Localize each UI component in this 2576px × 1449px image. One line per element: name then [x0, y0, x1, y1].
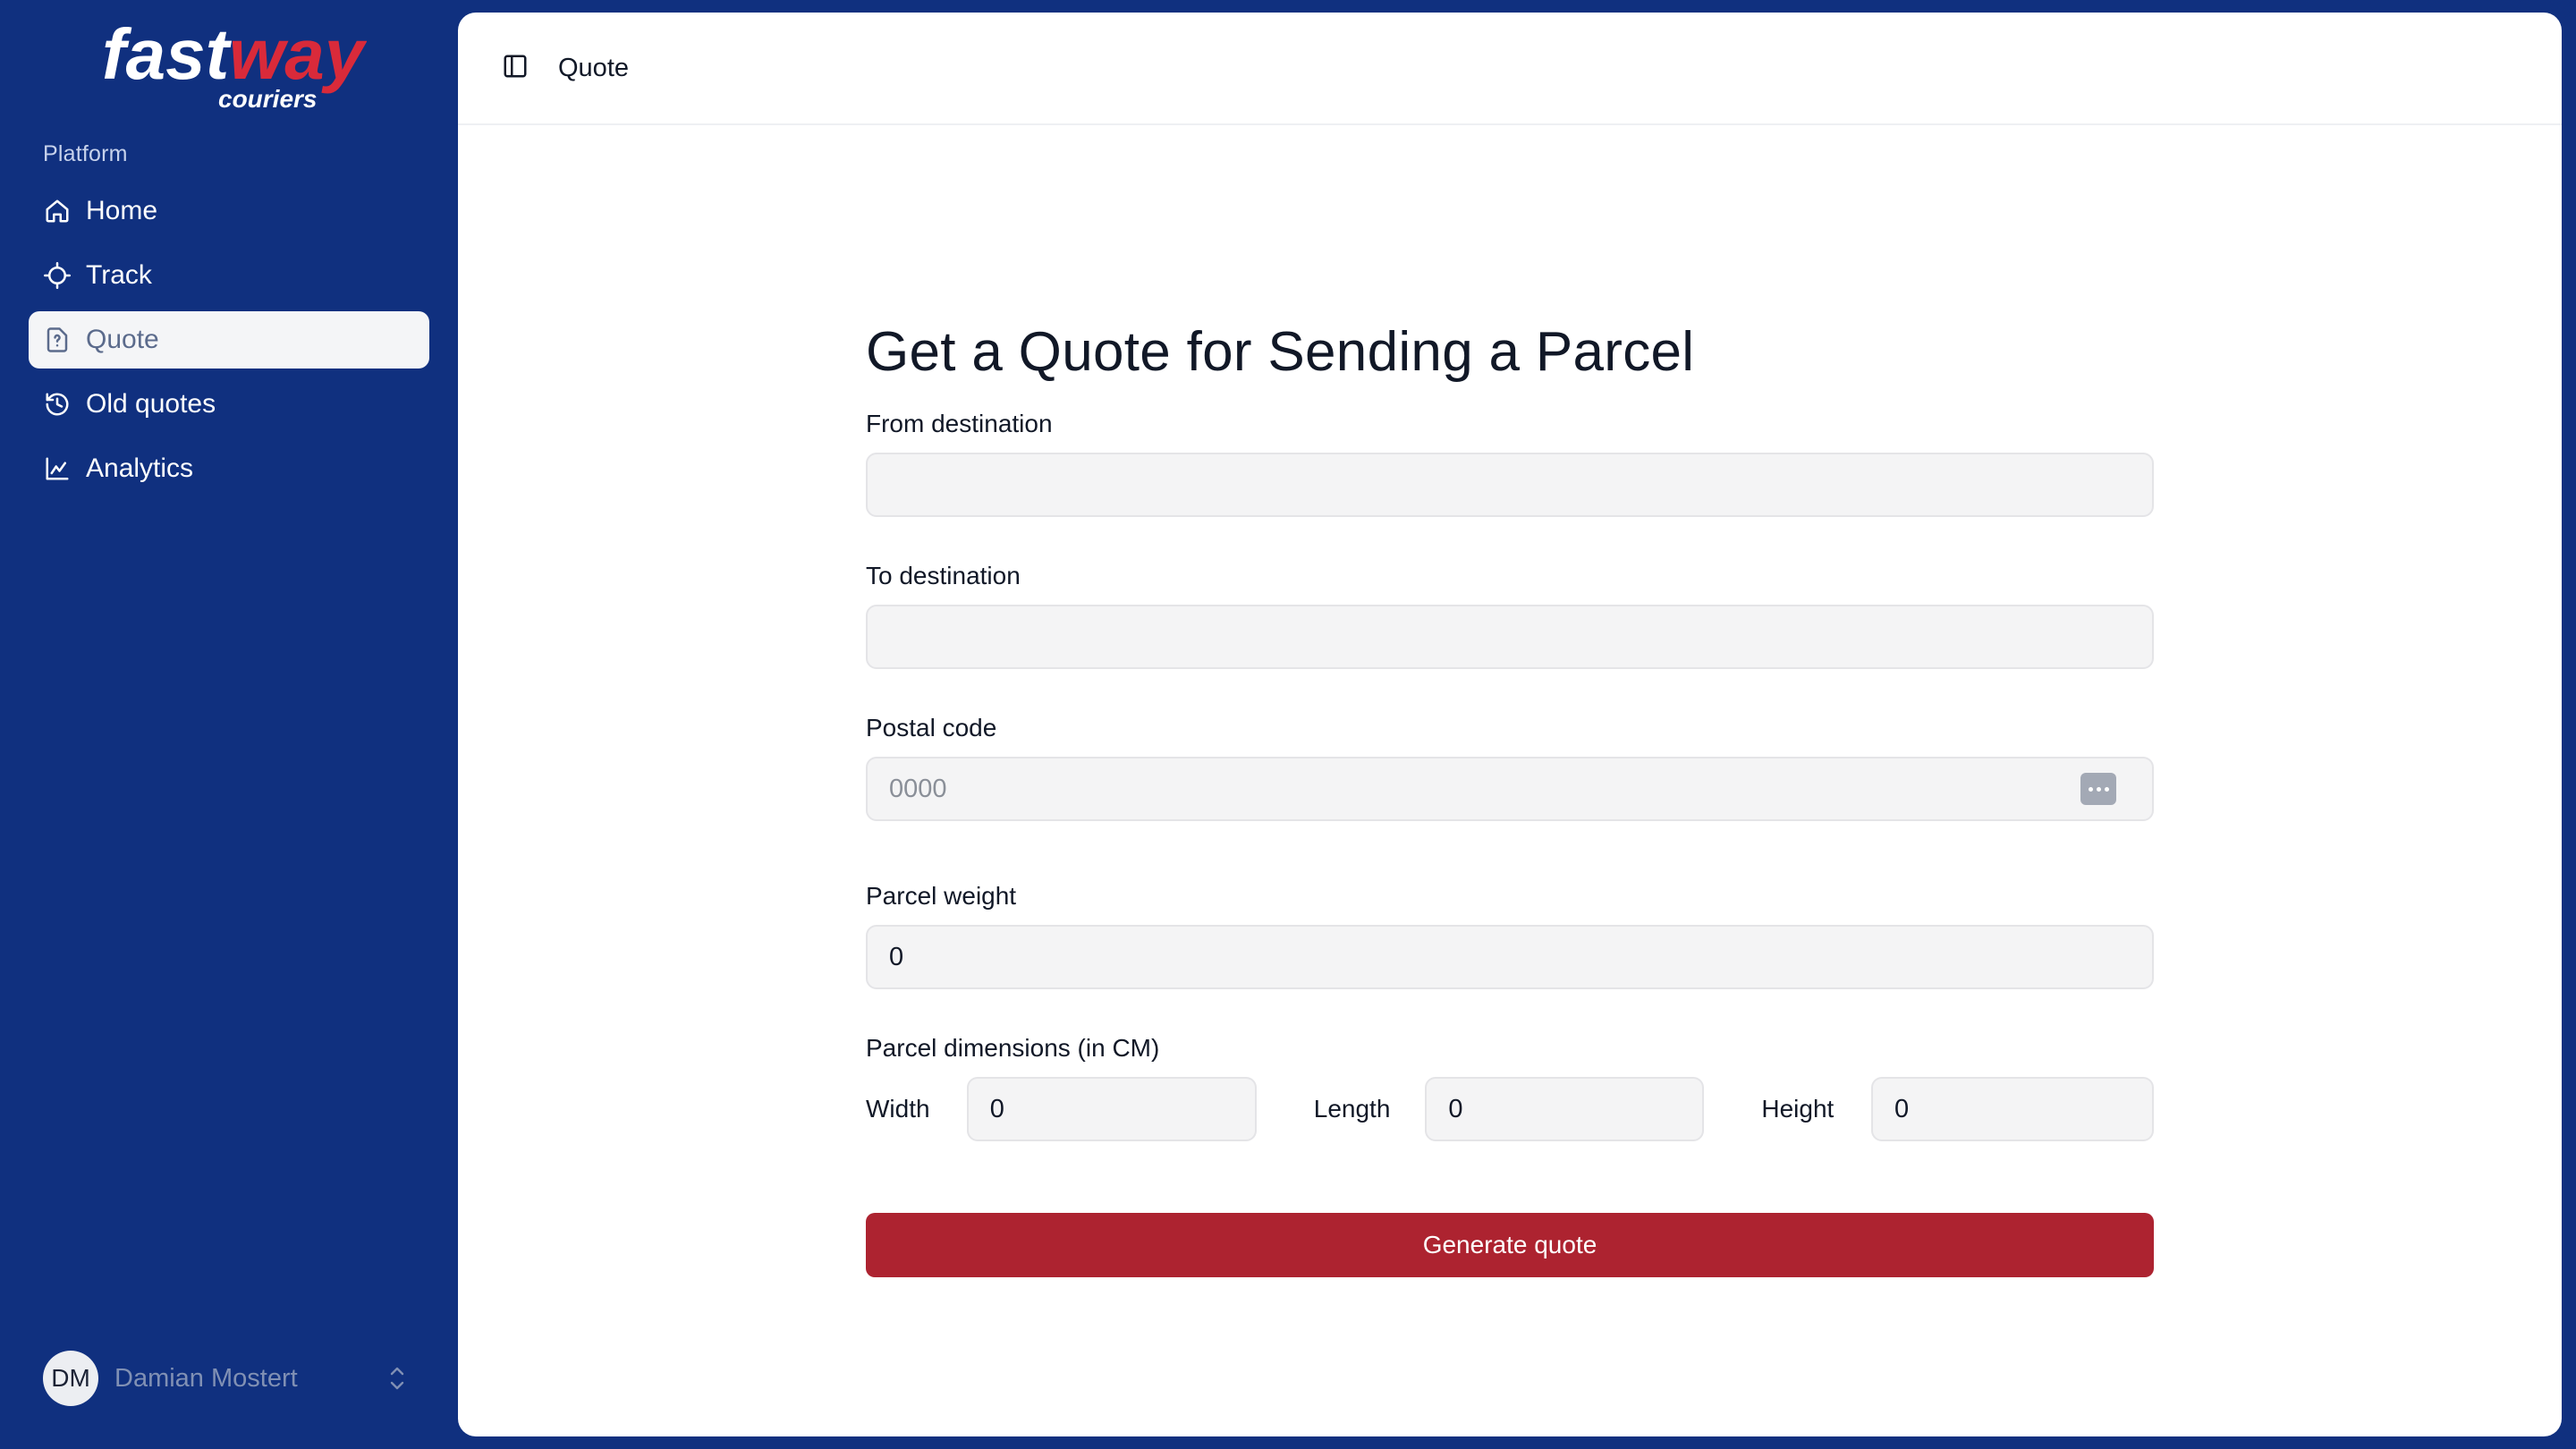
sidebar-item-analytics[interactable]: Analytics [29, 440, 429, 497]
logo-subtitle: couriers [218, 85, 318, 113]
fastway-logo[interactable]: fast way couriers [98, 21, 367, 120]
to-destination-label: To destination [866, 562, 1021, 589]
logo-word-fast: fast [102, 21, 233, 94]
from-destination-input[interactable] [866, 453, 2154, 517]
avatar: DM [43, 1351, 98, 1406]
sidebar-nav: Home Track Quote Old quotes Analytics [29, 182, 429, 504]
sidebar-item-track[interactable]: Track [29, 247, 429, 304]
to-destination-input[interactable] [866, 605, 2154, 669]
height-input[interactable] [1871, 1077, 2154, 1141]
user-menu[interactable]: DM Damian Mostert [29, 1347, 429, 1410]
panel-left-icon [502, 53, 529, 84]
parcel-weight-label: Parcel weight [866, 882, 1017, 910]
chevrons-up-down-icon [383, 1360, 411, 1396]
main-panel: Quote Get a Quote for Sending a Parcel F… [458, 13, 2562, 1436]
sidebar-item-old-quotes[interactable]: Old quotes [29, 376, 429, 433]
length-input[interactable] [1425, 1077, 1705, 1141]
chart-icon [43, 454, 72, 483]
breadcrumb: Quote [558, 53, 629, 82]
home-icon [43, 197, 72, 225]
file-question-icon [43, 326, 72, 354]
sidebar-item-label: Analytics [86, 453, 194, 483]
history-icon [43, 390, 72, 419]
generate-quote-button[interactable]: Generate quote [866, 1213, 2154, 1277]
sidebar-toggle-button[interactable] [490, 43, 540, 93]
height-label: Height [1761, 1095, 1835, 1123]
sidebar-item-label: Old quotes [86, 389, 216, 419]
postal-code-input[interactable] [866, 757, 2154, 821]
sidebar-item-home[interactable]: Home [29, 182, 429, 240]
user-name: Damian Mostert [114, 1363, 298, 1393]
sidebar: fast way couriers Platform Home Track Qu… [0, 0, 458, 1449]
length-label: Length [1313, 1095, 1391, 1123]
parcel-dimensions-label: Parcel dimensions (in CM) [866, 1034, 1160, 1062]
from-destination-label: From destination [866, 410, 1053, 437]
sidebar-item-quote[interactable]: Quote [29, 311, 429, 369]
postal-code-field [866, 757, 2154, 821]
sidebar-item-label: Home [86, 196, 158, 225]
section-label-platform: Platform [43, 141, 128, 166]
topbar: Quote [458, 13, 2562, 125]
dimensions-row: Width Length Height [866, 1077, 2154, 1141]
quote-form: Get a Quote for Sending a Parcel From de… [866, 297, 2154, 1277]
sidebar-item-label: Quote [86, 325, 159, 354]
width-input[interactable] [966, 1077, 1257, 1141]
parcel-weight-input[interactable] [866, 925, 2154, 989]
crosshair-icon [43, 261, 72, 290]
width-label: Width [866, 1095, 930, 1123]
sidebar-item-label: Track [86, 260, 152, 290]
password-manager-icon[interactable] [2080, 773, 2116, 805]
page-title: Get a Quote for Sending a Parcel [866, 321, 1695, 383]
postal-code-label: Postal code [866, 714, 997, 741]
logo-word-way: way [229, 21, 367, 94]
